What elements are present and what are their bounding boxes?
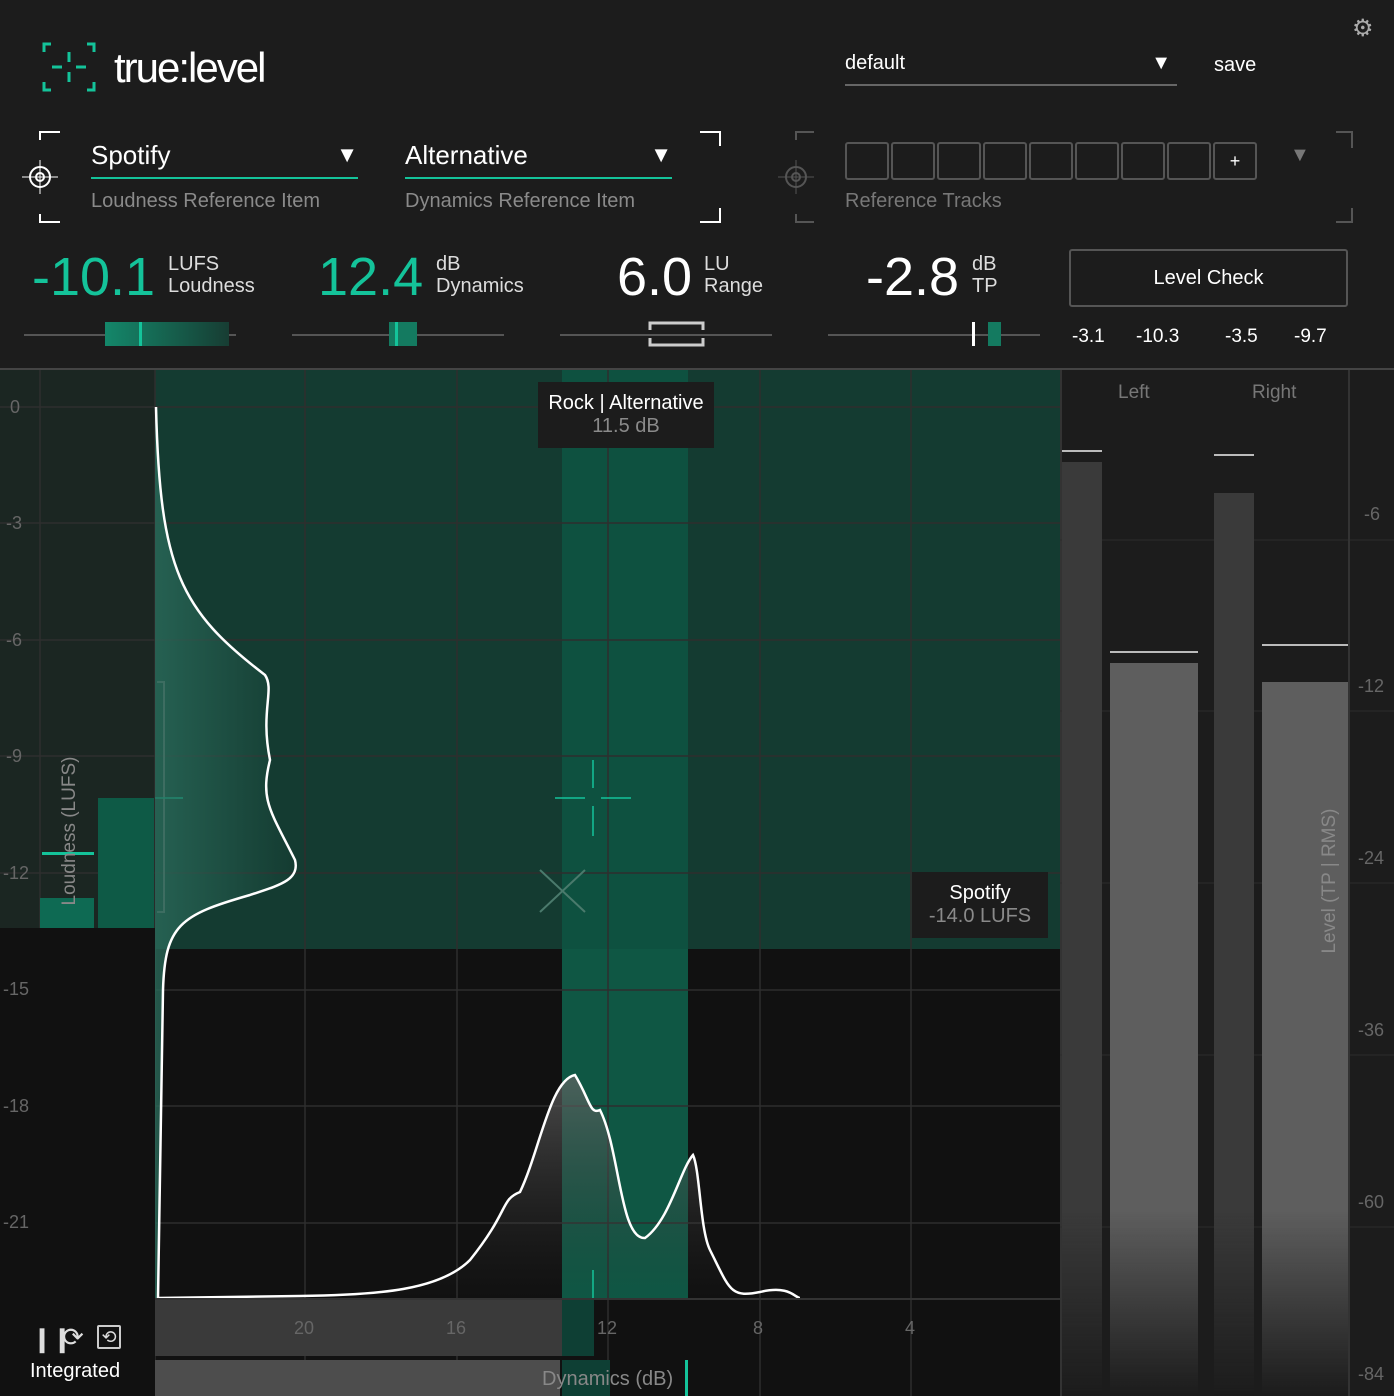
chevron-down-icon: ▼ [1151,52,1171,74]
x-tick: 12 [597,1318,618,1338]
dynamics-value: 12.4 [318,247,424,307]
track-slot[interactable] [937,142,981,180]
meter-tick: -36 [1358,1020,1385,1040]
level-check-value: -3.5 [1225,326,1258,347]
dynamics-ref-label: Dynamics Reference Item [405,190,636,212]
bracket [700,131,721,223]
meter-tick: -6 [1364,504,1381,524]
dynamics-label: Dynamics [436,275,524,297]
track-slot[interactable] [845,142,889,180]
reference-tracks-chevron-icon[interactable]: ▼ [1290,144,1310,167]
dynamics-ref-value: Alternative [405,140,528,170]
level-check-value: -10.3 [1136,326,1180,347]
x-tick: 4 [905,1318,916,1338]
true-peak-unit: dB [972,253,997,275]
app-title: true:level [114,44,266,91]
track-slot[interactable] [1029,142,1073,180]
meter-tick: -60 [1358,1192,1385,1212]
x-tick: 8 [753,1318,764,1338]
level-meters: Left Right Level (TP | RMS) -6 -12 -24 -… [1060,370,1394,1396]
loudness-target-icon [22,131,60,223]
y-tick: -12 [3,863,30,883]
x-tick: 20 [294,1318,315,1338]
reference-track-slots[interactable]: + [845,142,1259,180]
preset-dropdown[interactable]: default ▼ [845,52,1177,86]
x-axis-label: Dynamics (dB) [542,1368,674,1390]
meter-tick: -24 [1358,848,1385,868]
left-tp-bar [1062,462,1102,1396]
y-tick: -18 [3,1096,30,1116]
level-check-value: -9.7 [1294,326,1327,347]
range-value: 6.0 [617,247,693,307]
y-tick: -3 [6,513,23,533]
dynamics-tooltip-value: 11.5 dB [592,415,660,437]
true-peak-value: -2.8 [866,247,960,307]
loudness-ref-dropdown[interactable]: Spotify ▼ [91,140,358,179]
y-tick: -9 [6,746,23,766]
save-button[interactable]: save [1214,54,1256,77]
loudness-unit: LUFS [168,253,220,275]
right-rms-bar [1262,682,1348,1396]
chevron-down-icon: ▼ [650,142,672,167]
loudness-ref-value: Spotify [91,140,171,170]
logo [42,42,96,92]
reset-icon[interactable]: ⟳ [62,1322,84,1353]
loudness-tooltip-title: Spotify [949,882,1011,904]
meter-tick: -12 [1358,676,1385,696]
right-tp-bar [1214,493,1254,1396]
range-label: Range [704,275,763,297]
track-slot[interactable] [891,142,935,180]
readout-mini-meters [24,321,1040,347]
y-axis-label: Loudness (LUFS) [59,756,80,906]
y-tick: -6 [6,630,23,650]
loudness-ref-label: Loudness Reference Item [91,190,321,212]
range-unit: LU [704,253,730,275]
integration-mode-label[interactable]: Integrated [30,1360,120,1383]
chevron-down-icon: ▼ [336,142,358,167]
meter-axis-label: Level (TP | RMS) [1319,808,1340,954]
add-track-button[interactable]: + [1213,142,1257,180]
level-check-value: -3.1 [1072,326,1105,347]
y-tick: -21 [3,1212,30,1232]
true-peak-label: TP [972,275,998,297]
y-tick: -15 [3,979,30,999]
track-slot[interactable] [1075,142,1119,180]
loudness-dynamics-plot[interactable] [0,370,1060,1396]
loudness-tooltip-value: -14.0 LUFS [928,905,1032,927]
x-tick: 16 [446,1318,467,1338]
dynamics-ref-dropdown[interactable]: Alternative ▼ [405,140,672,179]
y-tick: 0 [10,397,21,417]
level-check-button[interactable]: Level Check [1069,249,1348,307]
loudness-label: Loudness [168,275,255,297]
track-slot[interactable] [1167,142,1211,180]
meter-tick: -84 [1358,1364,1385,1384]
logo-icon [42,42,96,92]
dynamics-unit: dB [436,253,461,275]
loudness-value: -10.1 [32,247,156,307]
left-rms-bar [1110,663,1198,1396]
loudness-tooltip: Spotify -14.0 LUFS [912,872,1048,938]
loop-icon[interactable]: ⟲ [97,1325,121,1349]
dynamics-tooltip: Rock | Alternative 11.5 dB [538,382,714,448]
reference-tracks-label: Reference Tracks [845,190,1002,212]
dynamics-tooltip-title: Rock | Alternative [548,392,704,414]
left-channel-label: Left [1118,382,1150,403]
settings-icon[interactable]: ⚙ [1352,14,1374,43]
track-slot[interactable] [983,142,1027,180]
preset-value: default [845,52,906,74]
right-channel-label: Right [1252,382,1297,403]
track-slot[interactable] [1121,142,1165,180]
